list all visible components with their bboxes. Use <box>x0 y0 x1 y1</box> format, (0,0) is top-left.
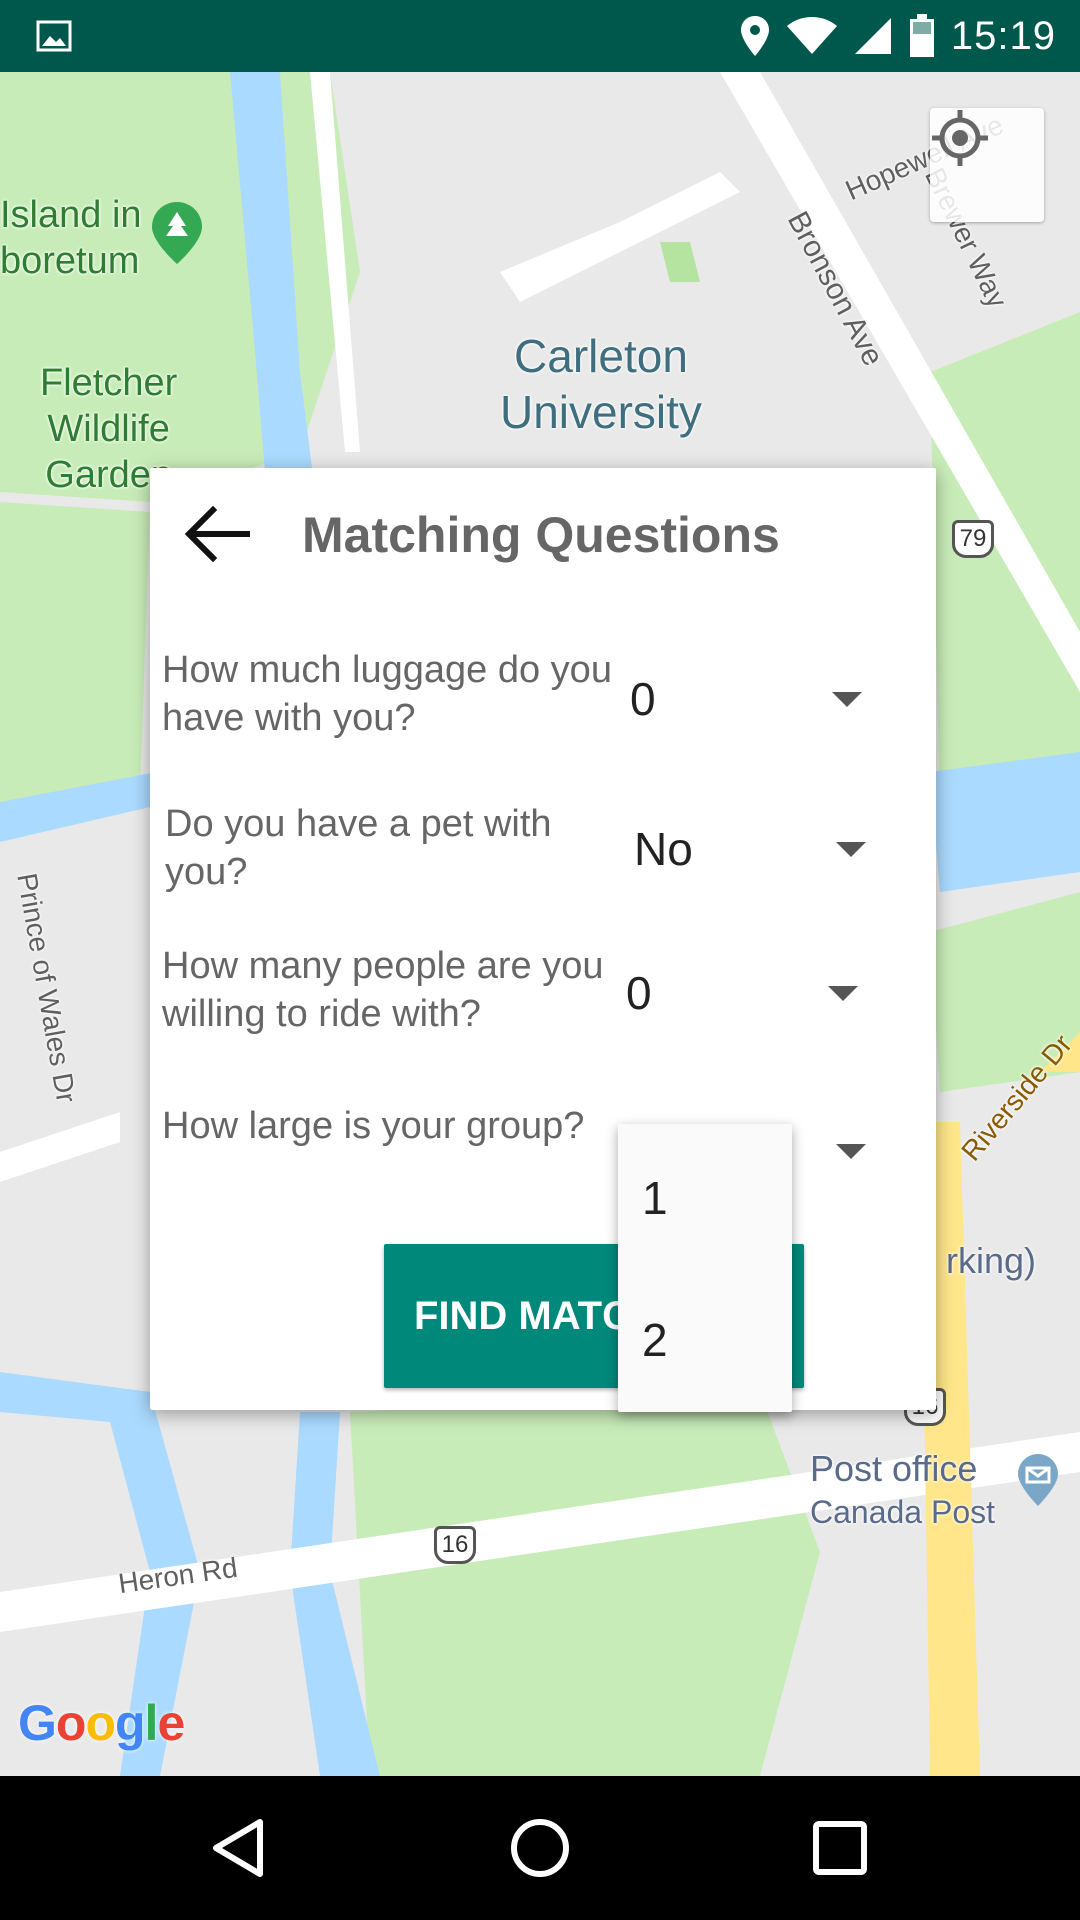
location-icon <box>740 16 769 56</box>
park-pin-icon[interactable] <box>150 200 204 266</box>
status-time: 15:19 <box>950 13 1056 58</box>
campus-label: Carleton University <box>500 330 702 438</box>
ride-with-spinner[interactable]: 0 <box>616 948 876 1038</box>
dropdown-option[interactable]: 2 <box>642 1290 782 1390</box>
question-row-ride-with: How many people are you willing to ride … <box>150 942 936 1062</box>
question-row-pet: Do you have a pet with you? No <box>150 800 936 920</box>
dropdown-arrow-icon <box>832 692 862 707</box>
question-text: How much luggage do you have with you? <box>162 649 612 739</box>
back-button[interactable] <box>178 494 258 574</box>
parking-label: rking) <box>946 1240 1037 1281</box>
wifi-icon <box>786 17 837 54</box>
pet-spinner[interactable]: No <box>624 804 884 894</box>
dropdown-arrow-icon <box>836 842 866 857</box>
google-logo: Google <box>18 1695 185 1751</box>
dialog-title: Matching Questions <box>302 507 780 563</box>
arrow-back-icon <box>185 506 250 562</box>
my-location-button[interactable] <box>930 108 1044 222</box>
dropdown-option[interactable]: 1 <box>642 1148 782 1248</box>
question-row-luggage: How much luggage do you have with you? 0 <box>150 646 936 766</box>
spinner-value: No <box>634 823 693 875</box>
park-label: Island in boretum <box>0 194 142 282</box>
question-row-group-size: How large is your group? <box>150 1102 936 1222</box>
post-office-pin-icon[interactable] <box>1016 1452 1060 1508</box>
nav-back-button[interactable] <box>204 1812 276 1884</box>
nav-recents-button[interactable] <box>804 1812 876 1884</box>
question-text: How large is your group? <box>162 1105 585 1147</box>
question-text: How many people are you willing to ride … <box>162 945 604 1035</box>
post-office-label[interactable]: Post office Canada Post <box>810 1448 995 1533</box>
navigation-bar <box>0 1776 1080 1920</box>
signal-icon <box>854 18 891 54</box>
matching-questions-dialog: Matching Questions How much luggage do y… <box>150 468 936 1410</box>
route-shield: 79 <box>952 520 994 558</box>
dropdown-arrow-icon <box>828 986 858 1001</box>
group-size-dropdown: 1 2 <box>618 1124 792 1412</box>
back-icon <box>213 1819 263 1877</box>
spinner-value: 0 <box>630 673 656 725</box>
battery-icon <box>909 14 934 57</box>
route-shield: 16 <box>434 1526 476 1564</box>
spinner-value: 0 <box>626 967 652 1019</box>
nav-home-button[interactable] <box>504 1812 576 1884</box>
home-icon <box>511 1819 569 1877</box>
image-icon <box>36 20 72 52</box>
question-text: Do you have a pet with you? <box>165 803 552 893</box>
luggage-spinner[interactable]: 0 <box>620 654 880 744</box>
dropdown-arrow-icon <box>836 1144 866 1159</box>
status-bar: 15:19 <box>0 0 1080 72</box>
recents-icon <box>813 1821 867 1875</box>
crosshair-icon <box>932 110 988 166</box>
